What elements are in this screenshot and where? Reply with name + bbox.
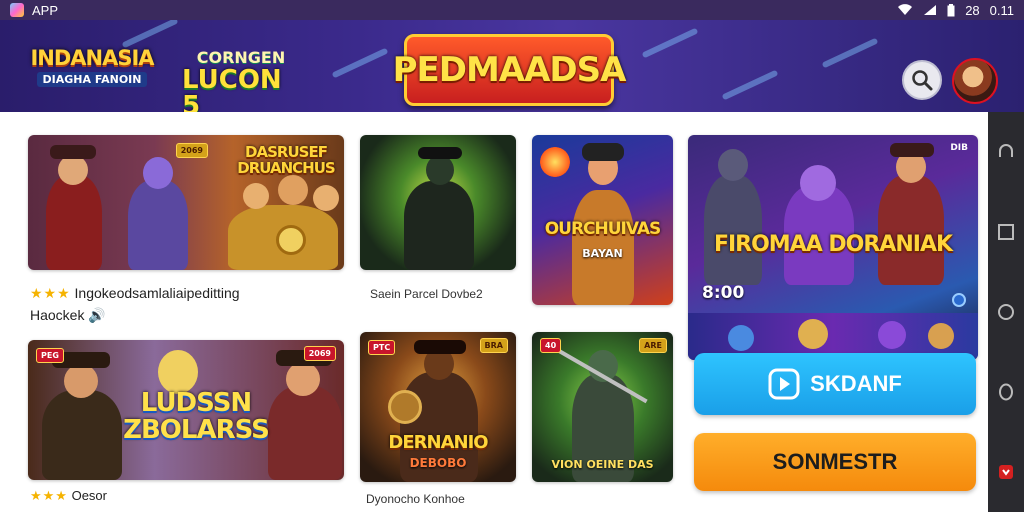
- status-battery: 28: [965, 2, 980, 18]
- rating-stars: ★★★: [30, 488, 68, 503]
- game-card-badge: 40: [540, 338, 562, 353]
- promo-logo-line2: LUCON 5: [182, 64, 282, 113]
- game-card-name: Dyonocho Konhoe: [366, 492, 465, 506]
- game-card-title-art: LUDSSN ZBOLARSS: [123, 388, 270, 446]
- info-icon[interactable]: [952, 293, 966, 307]
- user-avatar[interactable]: [952, 58, 998, 104]
- game-card-title-art: OURCHUIVAS: [544, 219, 662, 239]
- game-card[interactable]: VION OEINE DAS 40 ARE: [532, 332, 673, 482]
- header-banner: INDANASIA DIAGHA FANOIN CORNGEN LUCON 5 …: [0, 20, 1024, 112]
- status-time: 0.11: [989, 2, 1014, 18]
- primary-button-label: SKDANF: [810, 371, 902, 396]
- search-button[interactable]: [902, 60, 942, 100]
- page-title-plate: PEDMAADSA: [393, 34, 626, 106]
- square-icon: [998, 224, 1014, 240]
- app-screen: APP 28 0.11 INDANASIA DIAGHA FANOIN CORN: [0, 0, 1024, 512]
- signal-icon: [924, 5, 937, 15]
- game-card-badge: PTC: [368, 340, 396, 355]
- side-nav: [988, 112, 1024, 512]
- rating-stars: ★★★: [30, 285, 71, 301]
- promo-logo-line1: CORNGEN: [196, 47, 286, 67]
- game-card-name: Oesor: [71, 488, 107, 503]
- page-title: PEDMAADSA: [392, 50, 627, 90]
- game-card[interactable]: OURCHUIVAS BAYAN: [532, 135, 673, 305]
- menu-nav-button[interactable]: [994, 380, 1018, 404]
- brand-logo[interactable]: INDANASIA DIAGHA FANOIN: [22, 36, 162, 96]
- game-card[interactable]: [360, 135, 516, 270]
- brand-logo-subtext: DIAGHA FANOIN: [36, 71, 148, 87]
- promo-logo[interactable]: CORNGEN LUCON 5: [182, 48, 300, 113]
- app-icon: [10, 3, 24, 17]
- game-card-subtitle-art: DEBOBO: [409, 456, 467, 470]
- game-card[interactable]: DASRUSEF DRUANCHUS 2069: [28, 135, 344, 270]
- wifi-icon: [898, 4, 913, 16]
- game-card-subtitle-art: BAYAN: [582, 247, 623, 260]
- status-app-name: APP: [32, 2, 59, 18]
- primary-button[interactable]: SKDANF: [694, 353, 976, 415]
- game-card-badge: BRA: [479, 338, 508, 353]
- search-icon: [912, 70, 933, 91]
- game-card-badge: PEG: [36, 348, 64, 363]
- game-card[interactable]: DERNANIO DEBOBO PTC BRA: [360, 332, 516, 482]
- game-card-title-art: DERNANIO: [388, 432, 488, 453]
- home-nav-button[interactable]: [994, 300, 1018, 324]
- game-card-title-art: DASRUSEF DRUANCHUS: [237, 143, 335, 177]
- oval-icon: [999, 383, 1013, 401]
- game-card[interactable]: LUDSSN ZBOLARSS PEG 2069: [28, 340, 344, 480]
- status-bar: APP 28 0.11: [0, 0, 1024, 20]
- game-card-caption: ★★★ Ingokeodsamlaliaipeditting: [30, 285, 240, 302]
- game-card-badge: 2069: [303, 346, 336, 361]
- home-icon: [998, 304, 1014, 320]
- game-card-timer: 8:00: [702, 283, 745, 303]
- recents-nav-button[interactable]: [994, 220, 1018, 244]
- back-nav-button[interactable]: [994, 140, 1018, 164]
- game-card-name: Ingokeodsamlaliaipeditting: [74, 285, 240, 301]
- secondary-button-label: SONMESTR: [772, 449, 898, 474]
- secondary-button[interactable]: SONMESTR: [694, 433, 976, 491]
- game-card-badge: ARE: [639, 338, 667, 353]
- back-icon: [999, 144, 1013, 157]
- game-card-title-art: FIROMAA DORANIAK: [713, 232, 953, 257]
- game-card-caption: ★★★ Oesor: [30, 488, 107, 504]
- game-card-badge: 2069: [175, 143, 208, 158]
- game-card-sub-caption: Haockek 🔊: [30, 307, 106, 323]
- game-card-name: Saein Parcel Dovbe2: [370, 287, 483, 301]
- play-icon: [768, 368, 800, 400]
- game-card-subtitle-art: VION OEINE DAS: [551, 458, 654, 471]
- featured-game-card[interactable]: FIROMAA DORANIAK DIB 8:00: [688, 135, 978, 360]
- notification-nav-button[interactable]: [994, 460, 1018, 484]
- battery-icon: [947, 3, 955, 16]
- notification-icon: [999, 465, 1013, 479]
- game-card-badge: DIB: [950, 143, 968, 153]
- brand-logo-text: INDANASIA: [30, 45, 154, 70]
